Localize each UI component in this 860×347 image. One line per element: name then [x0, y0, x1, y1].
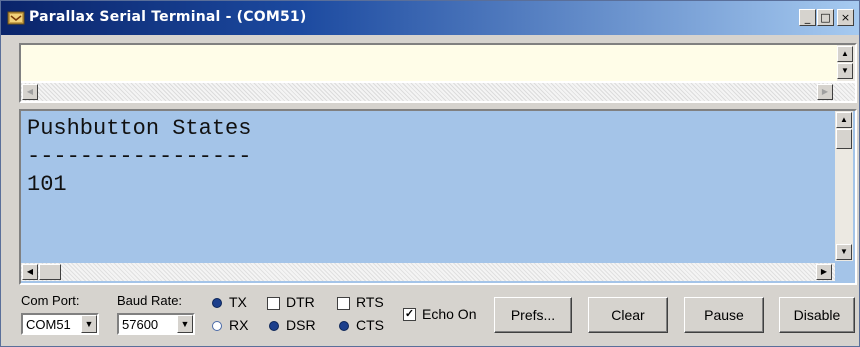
echo-on-label: Echo On [422, 306, 477, 322]
parallax-app-icon [7, 11, 25, 25]
receive-pane: Pushbutton States ----------------- 101 ▲ … [19, 109, 857, 285]
com-port-label: Com Port: [21, 293, 80, 308]
receive-output: Pushbutton States ----------------- 101 [27, 115, 251, 199]
cts-led-icon [339, 321, 349, 331]
scroll-thumb[interactable] [836, 129, 852, 149]
receive-vertical-scrollbar[interactable]: ▲ ▼ [835, 111, 853, 261]
output-line: ----------------- [27, 144, 252, 169]
baud-rate-label: Baud Rate: [117, 293, 183, 308]
output-line: Pushbutton States [27, 116, 252, 141]
tx-led-icon [212, 298, 222, 308]
transmit-vertical-scrollbar[interactable]: ▲ ▼ [837, 45, 855, 81]
scroll-thumb[interactable] [39, 264, 61, 280]
cts-label: CTS [356, 317, 384, 333]
rts-checkbox[interactable] [337, 297, 350, 310]
prefs-button[interactable]: Prefs... [494, 297, 572, 333]
serial-terminal-window: Parallax Serial Terminal - (COM51) _ □ ×… [0, 0, 860, 347]
com-port-select[interactable]: COM51 ▼ [21, 313, 99, 335]
scroll-right-arrow-icon[interactable]: ▶ [817, 84, 833, 100]
close-button[interactable]: × [837, 9, 854, 26]
rx-led-icon [212, 321, 222, 331]
pause-button[interactable]: Pause [684, 297, 764, 333]
scroll-down-arrow-icon[interactable]: ▼ [837, 63, 853, 79]
echo-on-checkbox[interactable]: ✓ [403, 308, 416, 321]
dsr-label: DSR [286, 317, 316, 333]
receive-horizontal-scrollbar[interactable]: ◀ ▶ [21, 263, 835, 281]
dsr-led-icon [269, 321, 279, 331]
dtr-checkbox[interactable] [267, 297, 280, 310]
disable-button[interactable]: Disable [779, 297, 855, 333]
scroll-right-arrow-icon[interactable]: ▶ [816, 264, 832, 280]
transmit-input[interactable] [21, 45, 843, 81]
window-title: Parallax Serial Terminal - (COM51) [29, 9, 307, 25]
transmit-horizontal-scrollbar[interactable]: ◀ ▶ [21, 83, 855, 101]
scroll-up-arrow-icon[interactable]: ▲ [837, 46, 853, 62]
maximize-button[interactable]: □ [817, 9, 834, 26]
rx-label: RX [229, 317, 249, 333]
baud-rate-select[interactable]: 57600 ▼ [117, 313, 195, 335]
minimize-button[interactable]: _ [799, 9, 816, 26]
rts-label: RTS [356, 294, 384, 310]
scroll-down-arrow-icon[interactable]: ▼ [836, 244, 852, 260]
chevron-down-icon[interactable]: ▼ [177, 315, 193, 333]
baud-rate-value: 57600 [122, 317, 159, 332]
transmit-pane: ▲ ▼ ◀ ▶ [19, 43, 857, 103]
chevron-down-icon[interactable]: ▼ [81, 315, 97, 333]
scroll-left-arrow-icon[interactable]: ◀ [22, 264, 38, 280]
scroll-up-arrow-icon[interactable]: ▲ [836, 112, 852, 128]
output-line: 101 [27, 172, 67, 197]
clear-button[interactable]: Clear [588, 297, 668, 333]
title-bar[interactable]: Parallax Serial Terminal - (COM51) _ □ × [1, 1, 859, 35]
tx-label: TX [229, 294, 247, 310]
com-port-value: COM51 [26, 317, 71, 332]
scroll-left-arrow-icon[interactable]: ◀ [22, 84, 38, 100]
dtr-label: DTR [286, 294, 315, 310]
